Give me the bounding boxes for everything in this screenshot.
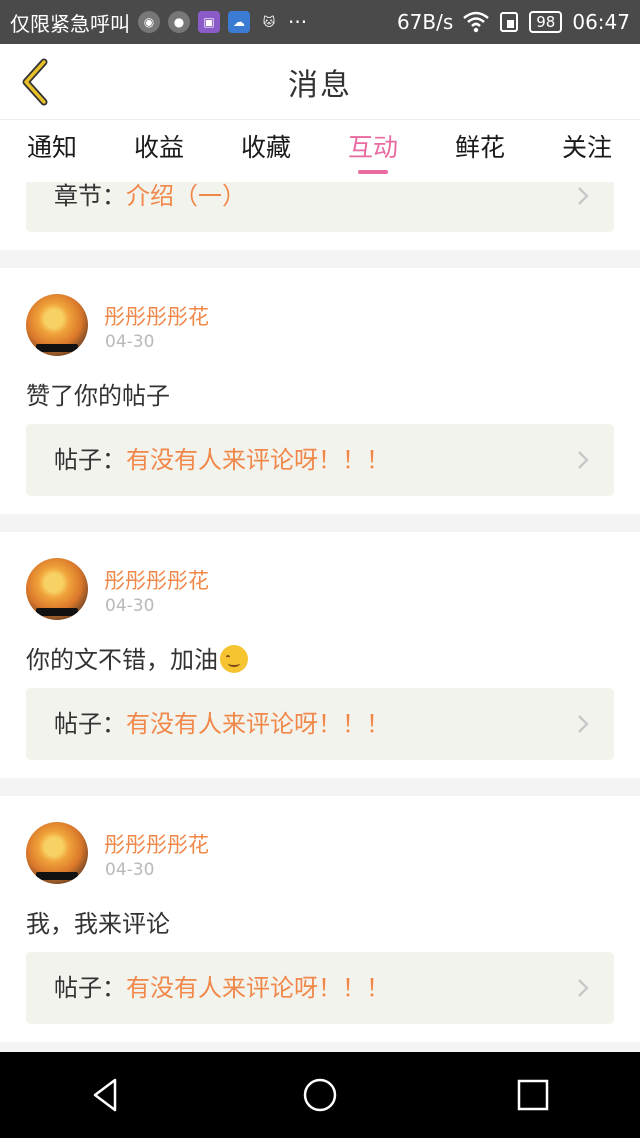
message-date: 04-30 [105, 332, 155, 352]
tab-notifications[interactable]: 通知 [2, 120, 102, 182]
link-prefix: 帖子： [54, 710, 126, 738]
message-list[interactable]: 章节：介绍（一） 彤彤彤彤花 04-30 赞了你的帖子 帖子：有没有人来评论呀！… [0, 182, 640, 1052]
cloud-notification-icon: ☁ [228, 11, 250, 33]
tab-earnings[interactable]: 收益 [109, 120, 209, 182]
smile-emoji-icon [220, 645, 248, 673]
message-text-row: 你的文不错，加油 [26, 640, 248, 675]
chevron-right-icon [578, 979, 589, 997]
message-date: 04-30 [105, 860, 155, 880]
page-title: 消息 [288, 67, 352, 103]
tab-following[interactable]: 关注 [537, 120, 637, 182]
link-prefix: 帖子： [54, 974, 126, 1002]
list-item: 章节：介绍（一） [0, 182, 640, 250]
status-bar: 仅限紧急呼叫 ◉ ● ▣ ☁ 🐱 ··· 67B/s 98 06:47 [0, 0, 640, 44]
more-notifications-icon: ··· [288, 10, 308, 34]
link-prefix: 章节： [54, 182, 126, 210]
post-link[interactable]: 帖子：有没有人来评论呀！！！ [26, 424, 614, 496]
list-item: 彤彤彤彤花 04-30 赞了你的帖子 帖子：有没有人来评论呀！！！ [0, 268, 640, 514]
tab-favorites[interactable]: 收藏 [216, 120, 316, 182]
list-item: 彤彤彤彤花 04-30 我，我来评论 帖子：有没有人来评论呀！！！ [0, 796, 640, 1042]
post-title: 有没有人来评论呀！！！ [126, 974, 390, 1002]
link-prefix: 帖子： [54, 446, 126, 474]
post-link[interactable]: 帖子：有没有人来评论呀！！！ [26, 952, 614, 1024]
avatar[interactable] [26, 294, 88, 356]
clock: 06:47 [572, 10, 630, 34]
message-text: 赞了你的帖子 [26, 382, 170, 410]
chapter-link[interactable]: 章节：介绍（一） [26, 182, 614, 232]
wifi-icon [463, 11, 490, 33]
message-text: 你的文不错，加油 [26, 646, 218, 674]
gallery-notification-icon: ▣ [198, 11, 220, 33]
back-arrow-icon[interactable] [18, 58, 52, 106]
sim-icon [500, 12, 519, 32]
top-bar: 消息 [0, 44, 640, 120]
nav-back-icon[interactable] [87, 1075, 127, 1115]
username[interactable]: 彤彤彤彤花 [104, 565, 209, 595]
chevron-right-icon [578, 187, 589, 205]
net-speed: 67B/s [396, 10, 454, 34]
chevron-right-icon [578, 451, 589, 469]
tab-flowers[interactable]: 鲜花 [430, 120, 530, 182]
post-title: 有没有人来评论呀！！！ [126, 446, 390, 474]
tab-bar: 通知 收益 收藏 互动 鲜花 关注 [0, 120, 640, 183]
app-notification-icon: ◉ [138, 11, 160, 33]
avatar[interactable] [26, 558, 88, 620]
nav-home-icon[interactable] [300, 1075, 340, 1115]
avatar[interactable] [26, 822, 88, 884]
message-text: 我，我来评论 [26, 910, 170, 938]
post-link[interactable]: 帖子：有没有人来评论呀！！！ [26, 688, 614, 760]
chevron-right-icon [578, 715, 589, 733]
system-nav-bar [0, 1052, 640, 1138]
cat-notification-icon: 🐱 [262, 15, 276, 29]
message-date: 04-30 [105, 596, 155, 616]
tab-interactions[interactable]: 互动 [323, 120, 423, 182]
username[interactable]: 彤彤彤彤花 [104, 829, 209, 859]
battery-indicator: 98 [529, 11, 563, 33]
app-notification-icon: ● [168, 11, 190, 33]
post-title: 有没有人来评论呀！！！ [126, 710, 390, 738]
nav-recents-icon[interactable] [513, 1075, 553, 1115]
list-item: 彤彤彤彤花 04-30 你的文不错，加油 帖子：有没有人来评论呀！！！ [0, 532, 640, 778]
chapter-title: 介绍（一） [126, 182, 246, 210]
username[interactable]: 彤彤彤彤花 [104, 301, 209, 331]
carrier-text: 仅限紧急呼叫 [10, 11, 130, 36]
